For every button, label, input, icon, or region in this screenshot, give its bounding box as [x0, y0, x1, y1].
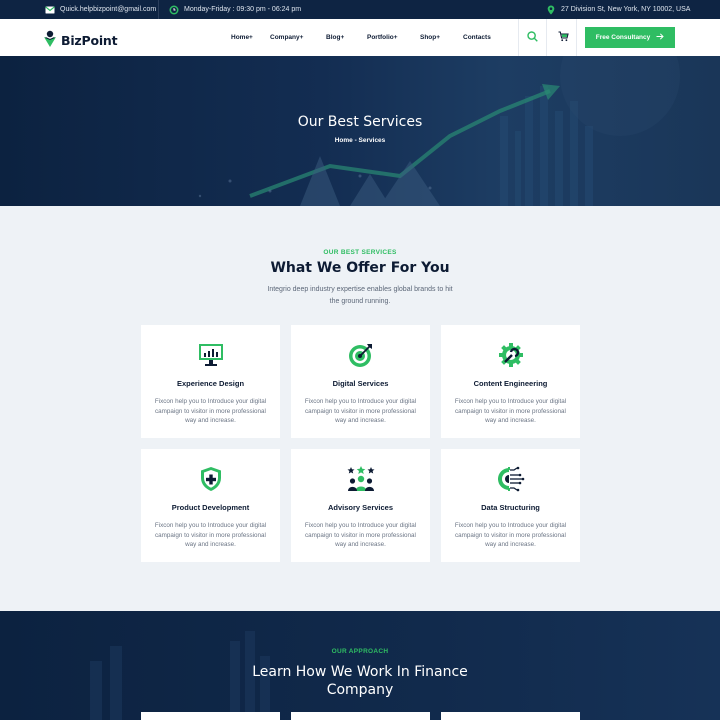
- monitor-chart-icon: [141, 341, 280, 369]
- search-button[interactable]: [519, 19, 545, 56]
- shield-plus-icon: [141, 465, 280, 493]
- card-desc-line: way and increase.: [335, 417, 386, 424]
- topbar-email-text: Quick.helpbizpoint@gmail.com: [60, 6, 157, 13]
- services-subtitle-line: the ground running.: [329, 297, 391, 305]
- search-icon: [526, 29, 538, 47]
- approach-title: Learn How We Work In Finance Company: [200, 663, 520, 699]
- services-section: OUR BEST SERVICES What We Offer For You …: [0, 206, 720, 611]
- gear-circuit-icon: [441, 465, 580, 493]
- nav-contacts[interactable]: Contacts: [463, 19, 491, 56]
- top-bar: Quick.helpbizpoint@gmail.com Monday-Frid…: [0, 0, 720, 19]
- card-desc-line: way and increase.: [185, 541, 236, 548]
- logo[interactable]: BizPoint: [43, 28, 118, 53]
- card-desc-line: Fixcon help you to Introduce your digita…: [304, 522, 417, 529]
- logo-icon: [43, 28, 57, 53]
- topbar-address-text: 27 Division St, New York, NY 10002, USA: [561, 6, 691, 13]
- card-desc-line: Fixcon help you to Introduce your digita…: [154, 522, 267, 529]
- header-divider: [576, 19, 577, 56]
- nav-company[interactable]: Company+: [270, 19, 303, 56]
- service-card-title: Advisory Services: [327, 503, 394, 512]
- card-desc-line: Fixcon help you to Introduce your digita…: [454, 398, 567, 405]
- card-desc-line: campaign to visitor in more professional: [305, 407, 416, 415]
- team-stars-icon: [291, 465, 430, 493]
- service-card-experience-design[interactable]: Experience Design Fixcon help you to Int…: [141, 325, 280, 438]
- card-desc-line: way and increase.: [335, 541, 386, 548]
- page-title: Our Best Services: [297, 114, 423, 130]
- cart-icon: [558, 29, 569, 47]
- approach-card[interactable]: [291, 712, 430, 720]
- topbar-email[interactable]: Quick.helpbizpoint@gmail.com: [45, 0, 156, 19]
- nav-shop[interactable]: Shop+: [420, 19, 440, 56]
- service-card-title: Content Engineering: [473, 379, 548, 388]
- header-divider: [546, 19, 547, 56]
- clock-icon: [169, 5, 179, 15]
- target-icon: [291, 341, 430, 369]
- card-desc-line: way and increase.: [485, 541, 536, 548]
- breadcrumb[interactable]: Home - Services: [0, 137, 720, 144]
- approach-section: OUR APPROACH Learn How We Work In Financ…: [0, 611, 720, 720]
- card-desc-line: way and increase.: [485, 417, 536, 424]
- service-card-description: Fixcon help you to Introduce your digita…: [451, 521, 570, 550]
- card-desc-line: Fixcon help you to Introduce your digita…: [154, 398, 267, 405]
- topbar-divider: [158, 0, 159, 19]
- topbar-address: 27 Division St, New York, NY 10002, USA: [546, 0, 690, 19]
- service-card-description: Fixcon help you to Introduce your digita…: [151, 397, 270, 426]
- card-desc-line: campaign to visitor in more professional: [155, 531, 266, 539]
- cart-button[interactable]: [550, 19, 576, 56]
- cta-label: Free Consultancy: [595, 34, 651, 41]
- services-kicker: OUR BEST SERVICES: [323, 249, 397, 256]
- arrow-right-icon: [656, 33, 664, 42]
- services-subtitle: Integrio deep industry expertise enables…: [250, 284, 470, 307]
- topbar-hours: Monday-Friday : 09:30 pm - 06:24 pm: [169, 0, 301, 19]
- service-card-product-development[interactable]: Product Development Fixcon help you to I…: [141, 449, 280, 562]
- nav-blog[interactable]: Blog+: [326, 19, 344, 56]
- service-card-digital-services[interactable]: Digital Services Fixcon help you to Intr…: [291, 325, 430, 438]
- hero-background-graphic: [198, 56, 680, 206]
- card-desc-line: campaign to visitor in more professional: [455, 407, 566, 415]
- service-card-description: Fixcon help you to Introduce your digita…: [301, 397, 420, 426]
- card-desc-line: Fixcon help you to Introduce your digita…: [304, 398, 417, 405]
- service-card-description: Fixcon help you to Introduce your digita…: [451, 397, 570, 426]
- card-desc-line: Fixcon help you to Introduce your digita…: [454, 522, 567, 529]
- approach-kicker: OUR APPROACH: [331, 648, 389, 655]
- service-card-description: Fixcon help you to Introduce your digita…: [151, 521, 270, 550]
- service-card-title: Digital Services: [332, 379, 389, 388]
- approach-card[interactable]: [441, 712, 580, 720]
- service-card-data-structuring[interactable]: Data Structuring Fixcon help you to Intr…: [441, 449, 580, 562]
- approach-card[interactable]: [141, 712, 280, 720]
- main-header: BizPoint Home+ Company+ Blog+ Portfolio+…: [0, 19, 720, 56]
- service-card-content-engineering[interactable]: Content Engineering Fixcon help you to I…: [441, 325, 580, 438]
- mail-icon: [45, 5, 55, 15]
- logo-text: BizPoint: [61, 33, 118, 48]
- gear-wrench-icon: [441, 341, 580, 369]
- services-title: What We Offer For You: [270, 260, 450, 276]
- card-desc-line: campaign to visitor in more professional: [455, 531, 566, 539]
- nav-portfolio[interactable]: Portfolio+: [367, 19, 398, 56]
- approach-title-line: Learn How We Work In Finance: [252, 664, 468, 680]
- card-desc-line: campaign to visitor in more professional: [155, 407, 266, 415]
- approach-title-line: Company: [326, 682, 394, 698]
- location-pin-icon: [546, 5, 556, 15]
- services-subtitle-line: Integrio deep industry expertise enables…: [267, 286, 453, 293]
- service-card-advisory-services[interactable]: Advisory Services Fixcon help you to Int…: [291, 449, 430, 562]
- service-card-description: Fixcon help you to Introduce your digita…: [301, 521, 420, 550]
- service-card-title: Product Development: [171, 503, 250, 512]
- card-desc-line: campaign to visitor in more professional: [305, 531, 416, 539]
- service-card-title: Data Structuring: [481, 503, 540, 512]
- topbar-hours-text: Monday-Friday : 09:30 pm - 06:24 pm: [184, 6, 302, 13]
- card-desc-line: way and increase.: [185, 417, 236, 424]
- service-card-title: Experience Design: [176, 379, 245, 388]
- page-hero: Our Best Services Home - Services: [0, 56, 720, 206]
- nav-home[interactable]: Home+: [231, 19, 253, 56]
- free-consultancy-button[interactable]: Free Consultancy: [585, 27, 675, 48]
